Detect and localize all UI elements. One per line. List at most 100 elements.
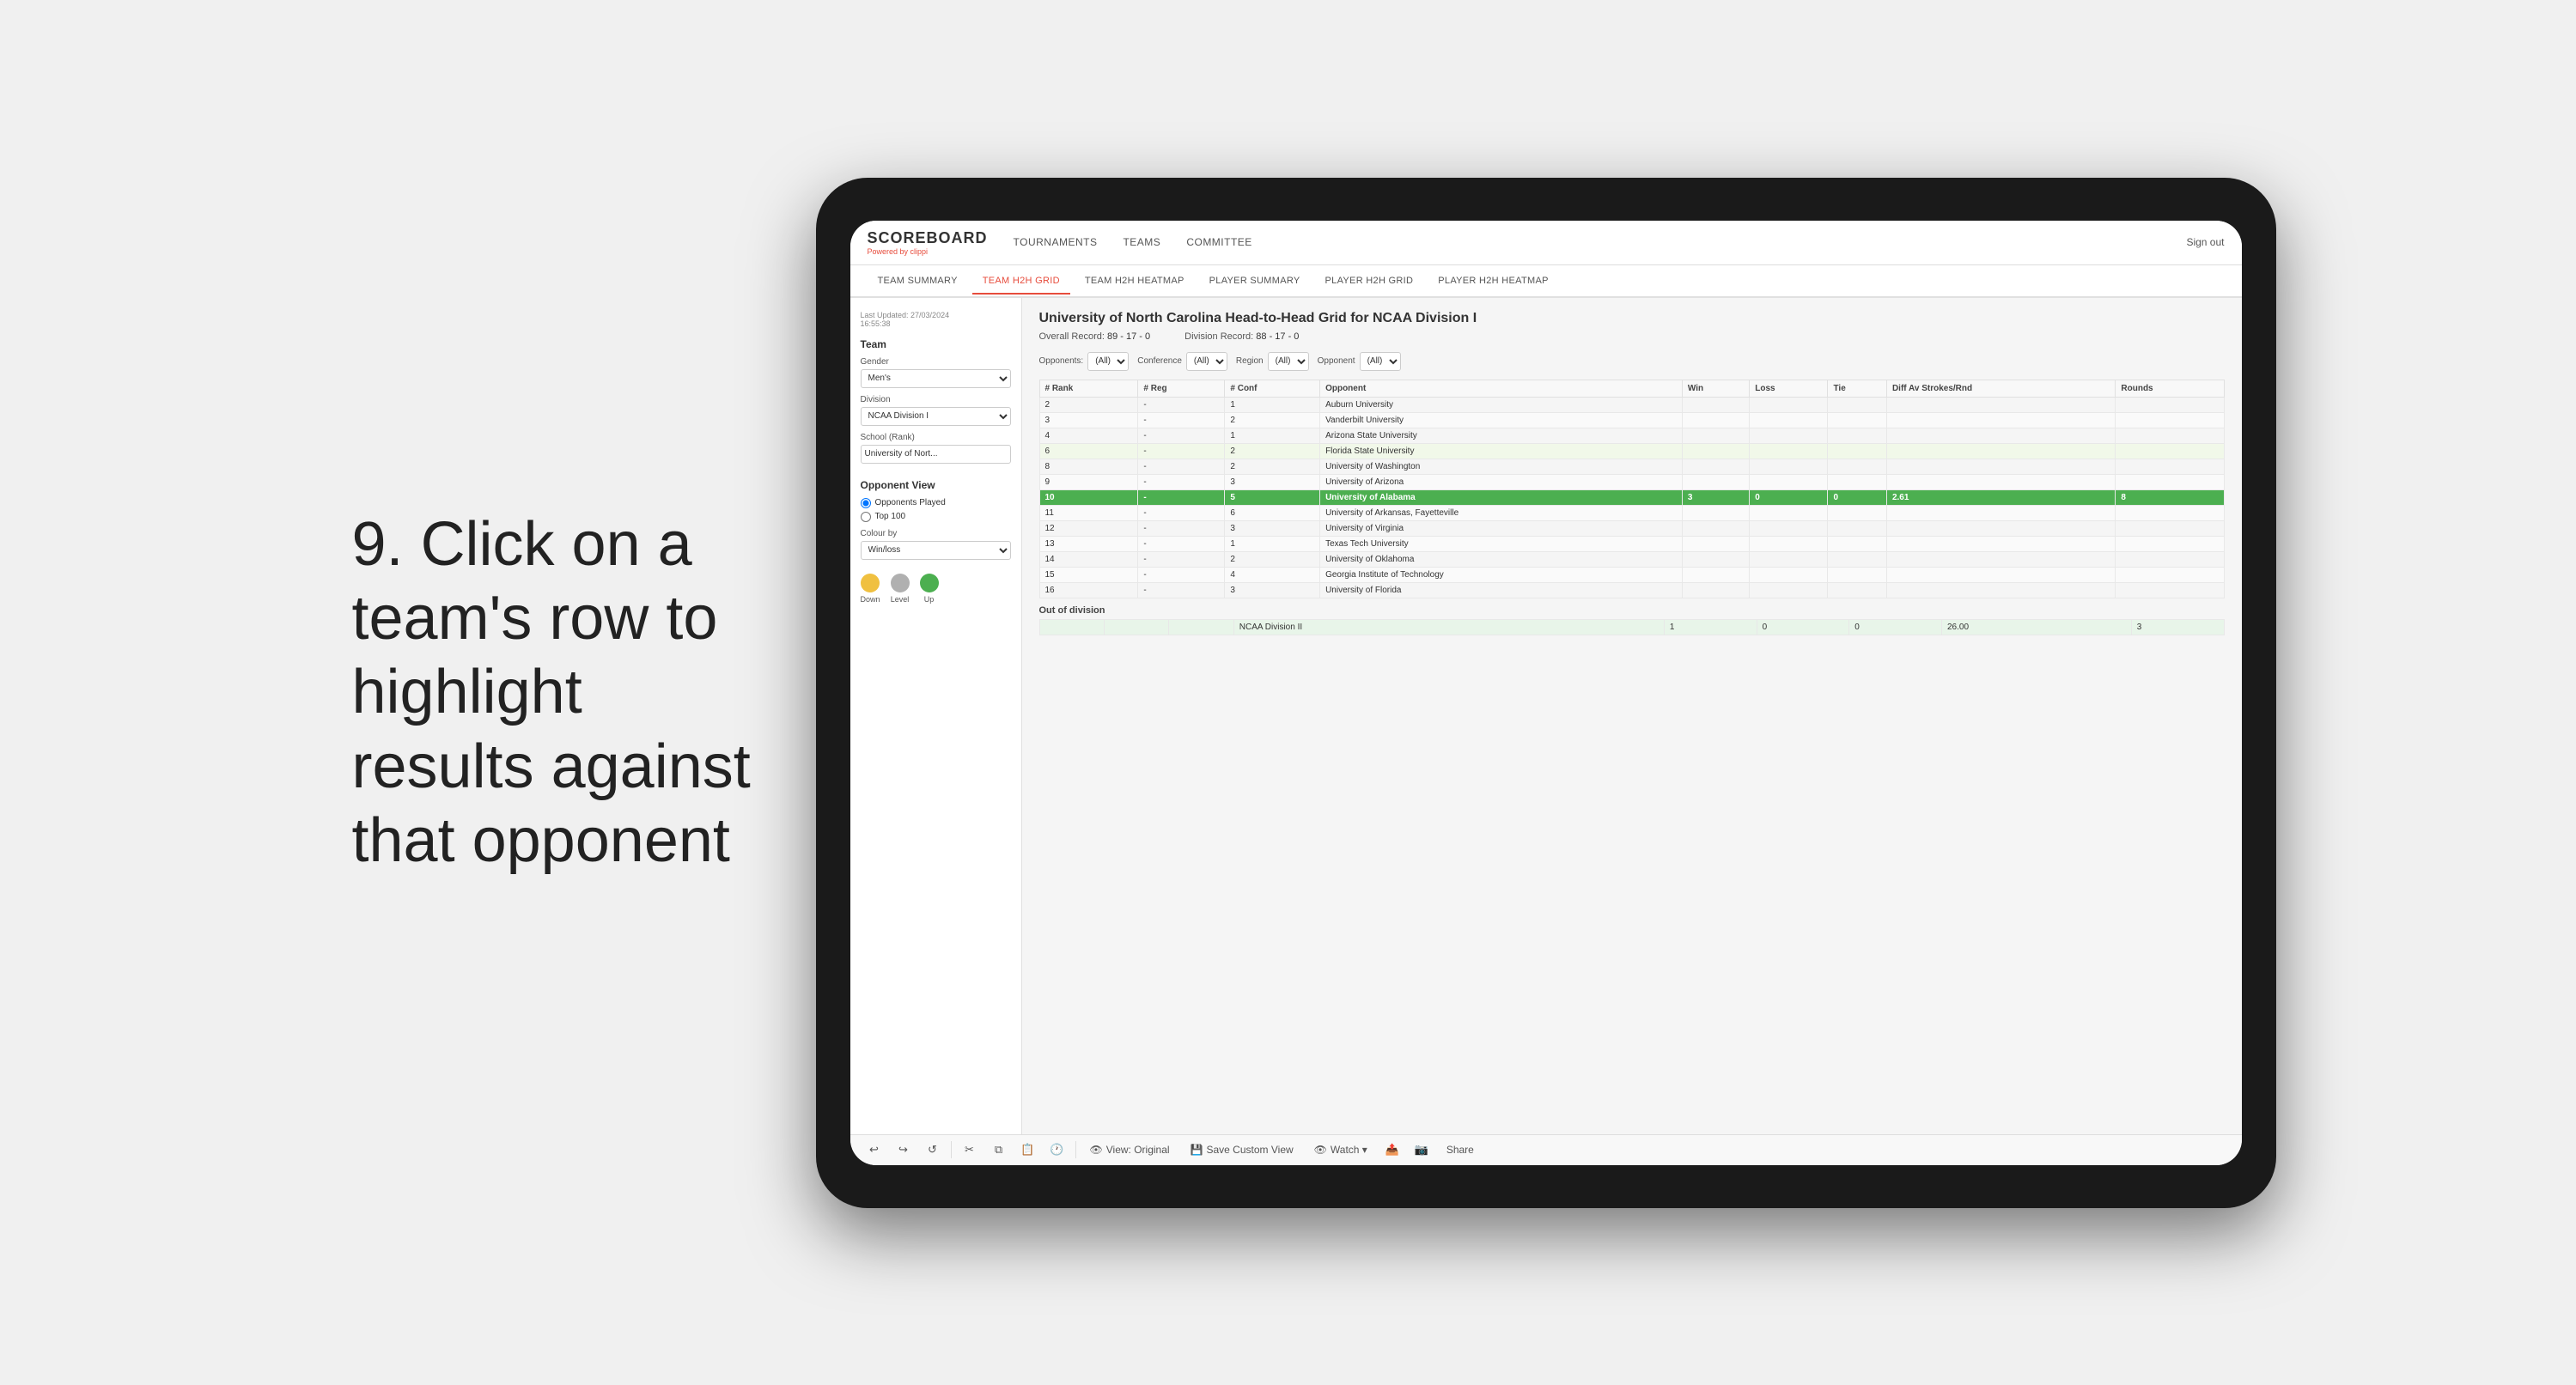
cell-win <box>1682 428 1749 443</box>
school-input[interactable] <box>861 445 1011 464</box>
sidebar-colour-by-label: Colour by <box>861 529 1011 538</box>
cell-win <box>1682 567 1749 582</box>
table-row[interactable]: 12 - 3 University of Virginia <box>1039 520 2224 536</box>
sign-out-link[interactable]: Sign out <box>2186 236 2224 248</box>
clock-button[interactable]: 🕐 <box>1046 1139 1069 1161</box>
radio-opponents-played-input[interactable] <box>861 498 871 508</box>
colour-by-select[interactable]: Win/loss <box>861 541 1011 560</box>
cell-conf: 6 <box>1225 505 1320 520</box>
sidebar-timestamp: Last Updated: 27/03/2024 16:55:38 <box>861 311 1011 328</box>
cell-rank: 9 <box>1039 474 1138 489</box>
col-conf: # Conf <box>1225 380 1320 397</box>
cell-rounds: 3 <box>2131 619 2224 635</box>
copy-button[interactable]: ⧉ <box>988 1139 1010 1161</box>
table-row[interactable]: 15 - 4 Georgia Institute of Technology <box>1039 567 2224 582</box>
legend-level-dot <box>891 574 910 592</box>
gender-select[interactable]: Men's <box>861 369 1011 388</box>
col-tie: Tie <box>1828 380 1886 397</box>
cell-rounds <box>2116 397 2224 412</box>
radio-top100-input[interactable] <box>861 512 871 522</box>
cell-reg: - <box>1138 551 1225 567</box>
opponents-filter-select[interactable]: (All) <box>1087 352 1129 371</box>
cell-tie <box>1828 459 1886 474</box>
screenshot-button[interactable]: 📷 <box>1410 1139 1433 1161</box>
cell-tie <box>1828 474 1886 489</box>
cell-rank: 4 <box>1039 428 1138 443</box>
cell-tie: 0 <box>1828 489 1886 505</box>
overall-record-label: Overall Record: <box>1039 331 1105 342</box>
cell-conf: 2 <box>1225 443 1320 459</box>
share-button[interactable]: Share <box>1440 1141 1481 1158</box>
instruction-number: 9. <box>352 510 404 579</box>
tab-team-summary[interactable]: TEAM SUMMARY <box>868 269 968 295</box>
watch-icon: 👁 <box>1314 1144 1327 1156</box>
tab-team-h2h-grid[interactable]: TEAM H2H GRID <box>972 269 1070 295</box>
tab-team-h2h-heatmap[interactable]: TEAM H2H HEATMAP <box>1075 269 1195 295</box>
cell-diff <box>1886 582 2115 598</box>
cell-win <box>1682 459 1749 474</box>
redo-button[interactable]: ↪ <box>892 1139 915 1161</box>
legend-down-label: Down <box>861 595 880 604</box>
table-row[interactable]: 2 - 1 Auburn University <box>1039 397 2224 412</box>
nav-teams[interactable]: TEAMS <box>1123 232 1160 252</box>
conference-filter-select[interactable]: (All) <box>1186 352 1227 371</box>
cell-rank: 6 <box>1039 443 1138 459</box>
cell-reg: - <box>1138 536 1225 551</box>
table-row[interactable]: 4 - 1 Arizona State University <box>1039 428 2224 443</box>
opponent-filter-select[interactable]: (All) <box>1360 352 1401 371</box>
grid-title: University of North Carolina Head-to-Hea… <box>1039 311 2225 326</box>
table-row-highlighted[interactable]: 10 - 5 University of Alabama 3 0 0 2.61 … <box>1039 489 2224 505</box>
cell-reg: - <box>1138 443 1225 459</box>
save-custom-button[interactable]: 💾 Save Custom View <box>1184 1141 1300 1158</box>
tablet-device: SCOREBOARD Powered by clippi TOURNAMENTS… <box>816 178 2276 1208</box>
cell-loss: 0 <box>1750 489 1828 505</box>
cell-loss <box>1750 582 1828 598</box>
scissors-button[interactable]: ✂ <box>959 1139 981 1161</box>
export-button[interactable]: 📤 <box>1381 1139 1404 1161</box>
division-select[interactable]: NCAA Division I <box>861 407 1011 426</box>
cell-rounds <box>2116 412 2224 428</box>
tab-player-summary[interactable]: PLAYER SUMMARY <box>1199 269 1311 295</box>
cell-opponent: University of Alabama <box>1320 489 1683 505</box>
table-row[interactable]: 16 - 3 University of Florida <box>1039 582 2224 598</box>
table-row[interactable]: 13 - 1 Texas Tech University <box>1039 536 2224 551</box>
table-row[interactable]: 11 - 6 University of Arkansas, Fayettevi… <box>1039 505 2224 520</box>
cell-rounds <box>2116 428 2224 443</box>
view-original-button[interactable]: 👁 View: Original <box>1083 1141 1177 1158</box>
watch-button[interactable]: 👁 Watch ▾ <box>1307 1141 1374 1158</box>
refresh-button[interactable]: ↺ <box>922 1139 944 1161</box>
cell-diff <box>1886 443 2115 459</box>
undo-button[interactable]: ↩ <box>863 1139 886 1161</box>
division-record-value: 88 - 17 - 0 <box>1256 331 1299 342</box>
cell-diff <box>1886 520 2115 536</box>
cell-rounds <box>2116 505 2224 520</box>
instruction-text: Click on a team's row to highlight resul… <box>352 510 751 876</box>
cell-rank: 14 <box>1039 551 1138 567</box>
table-row[interactable]: 9 - 3 University of Arizona <box>1039 474 2224 489</box>
toolbar-sep-2 <box>1075 1141 1076 1158</box>
table-row[interactable]: 3 - 2 Vanderbilt University <box>1039 412 2224 428</box>
out-of-division-row[interactable]: NCAA Division II 1 0 0 26.00 3 <box>1039 619 2224 635</box>
outer-container: 9. Click on a team's row to highlight re… <box>0 0 2576 1385</box>
cell-opponent: University of Arkansas, Fayetteville <box>1320 505 1683 520</box>
cell-reg: - <box>1138 582 1225 598</box>
nav-committee[interactable]: COMMITTEE <box>1186 232 1252 252</box>
cell-opponent: Auburn University <box>1320 397 1683 412</box>
data-table: # Rank # Reg # Conf Opponent Win Loss Ti… <box>1039 380 2225 598</box>
cell-tie <box>1828 520 1886 536</box>
radio-opponents-played-label: Opponents Played <box>875 498 946 507</box>
paste-button[interactable]: 📋 <box>1017 1139 1039 1161</box>
legend-up: Up <box>920 574 939 604</box>
cell-reg <box>1104 619 1168 635</box>
tab-player-h2h-heatmap[interactable]: PLAYER H2H HEATMAP <box>1428 269 1558 295</box>
tab-player-h2h-grid[interactable]: PLAYER H2H GRID <box>1315 269 1424 295</box>
cell-tie <box>1828 397 1886 412</box>
table-row[interactable]: 8 - 2 University of Washington <box>1039 459 2224 474</box>
filter-conference-label: Conference <box>1137 356 1182 366</box>
table-row[interactable]: 6 - 2 Florida State University <box>1039 443 2224 459</box>
nav-tournaments[interactable]: TOURNAMENTS <box>1014 232 1098 252</box>
filter-opponents-label: Opponents: <box>1039 356 1084 366</box>
cell-reg: - <box>1138 428 1225 443</box>
table-row[interactable]: 14 - 2 University of Oklahoma <box>1039 551 2224 567</box>
region-filter-select[interactable]: (All) <box>1268 352 1309 371</box>
